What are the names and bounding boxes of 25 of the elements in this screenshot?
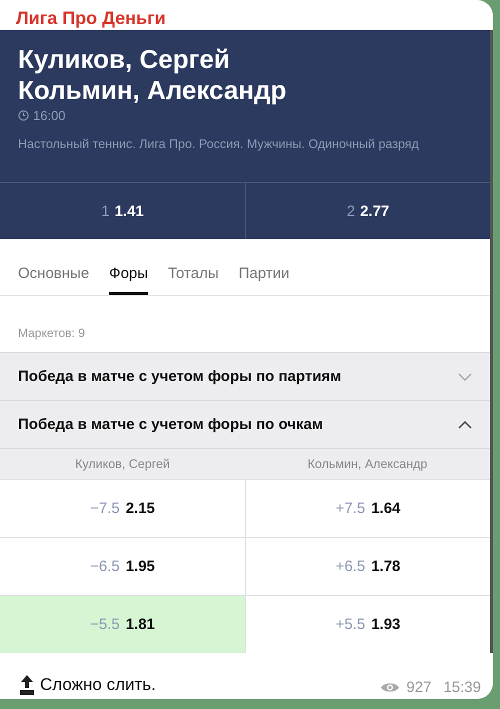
market-header[interactable]: Победа в матче с учетом форы по партиям — [0, 352, 490, 400]
column-header: Кольмин, Александр — [306, 457, 428, 471]
view-count: 927 — [406, 679, 432, 696]
column-header: Куликов, Сергей — [74, 457, 171, 471]
message-time: 15:39 — [443, 679, 481, 696]
player-name: Кольмин, Александр — [18, 75, 288, 106]
odds-cell[interactable]: −5.5 1.81 — [0, 596, 245, 653]
markets-count: Маркетов: 9 — [17, 325, 86, 342]
eye-icon — [380, 681, 400, 694]
up-arrow-icon — [18, 674, 36, 696]
market-tab[interactable]: Форы — [109, 257, 148, 295]
market-tab[interactable]: Партии — [238, 257, 290, 295]
odds-button[interactable]: 1 1.41 — [0, 183, 245, 239]
message-text: Сложно слить. — [40, 675, 156, 695]
market-header[interactable]: Победа в матче с учетом форы по очкам — [0, 400, 490, 448]
odds-button[interactable]: 2 2.77 — [245, 183, 490, 239]
market-tab[interactable]: Основные — [18, 257, 90, 295]
channel-name[interactable]: Лига Про Деньги — [0, 0, 493, 30]
market-tab[interactable]: Тоталы — [168, 257, 219, 295]
market-title: Победа в матче с учетом форы по очкам — [18, 416, 323, 433]
event-time: 16:00 — [33, 108, 66, 123]
player-name: Куликов, Сергей — [18, 44, 231, 75]
market-title: Победа в матче с учетом форы по партиям — [18, 368, 342, 385]
clock-icon — [18, 110, 29, 121]
event-category: Настольный теннис. Лига Про. Россия. Мужчины. Одиночный разряд — [18, 137, 420, 151]
